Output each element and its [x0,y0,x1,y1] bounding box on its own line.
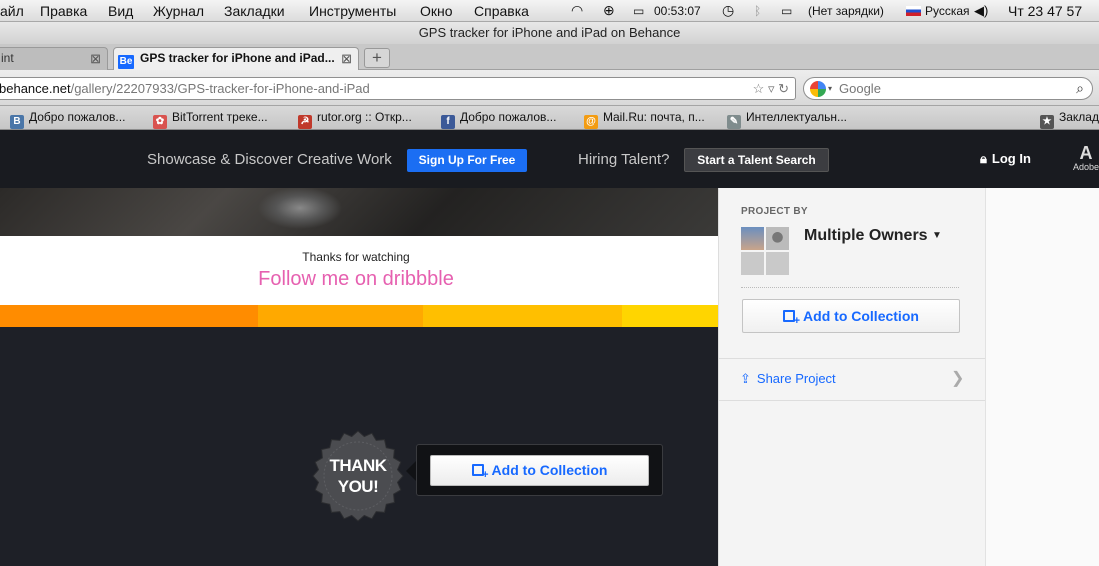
russian-flag-icon [906,6,921,16]
time-machine-icon[interactable]: ◷ [722,2,734,19]
battery-icon[interactable]: ▭ [781,4,792,18]
adobe-icon: A [1079,143,1093,163]
add-to-collection-sidebar-button[interactable]: Add to Collection [742,299,960,333]
menu-window[interactable]: Окно [420,3,453,19]
bookmark-intellectual[interactable]: ✎ Интеллектуальн... [727,110,847,129]
bookmarks-bar: В Добро пожалов... ✿ BitTorrent треке... ☭… [0,106,1099,130]
tab-behance[interactable]: Be GPS tracker for iPhone and iPad... ⊠ [113,47,359,70]
accessibility-icon[interactable]: ⊕ [603,2,615,19]
thanks-text: Thanks for watching [302,250,410,264]
mailru-icon: @ [584,115,598,129]
volume-icon[interactable]: ◀) [974,3,988,19]
bookmark-star-icon[interactable]: ☆ [753,81,765,96]
header-tagline: Showcase & Discover Creative Work [147,151,392,168]
behance-favicon-icon: Be [118,55,134,69]
stopwatch-icon[interactable]: ▭ [633,4,644,18]
divider [719,358,986,359]
tab-label: GPS tracker for iPhone and iPad... [140,51,335,65]
add-collection-icon [783,310,800,327]
project-sidebar: PROJECT BY Multiple Owners ▼ Add to Coll… [718,188,986,566]
wifi-icon[interactable]: ◠ [571,2,583,19]
close-icon[interactable]: ⊠ [341,48,352,69]
thank-you-badge: THANK YOU! [329,456,388,496]
share-project-link[interactable]: ⇪ Share Project [740,371,836,387]
tab-previous[interactable]: int ⊠ [0,47,108,70]
owner-avatar-empty [766,252,789,275]
reload-icon[interactable]: ↻ [778,81,789,96]
divider [719,400,986,401]
vk-icon: В [10,115,24,129]
bookmarks-folder-icon: ★ [1040,115,1054,129]
bookmark-mailru[interactable]: @ Mail.Ru: почта, п... [584,110,705,129]
stripe-2 [258,305,423,327]
window-title: GPS tracker for iPhone and iPad on Behan… [0,22,1099,44]
search-placeholder: Google [839,81,881,96]
input-language[interactable]: Русская [925,4,970,18]
facebook-icon: f [441,115,455,129]
bluetooth-icon[interactable]: ᛒ [754,4,761,18]
owner-avatar[interactable] [766,227,789,250]
menu-edit[interactable]: Правка [40,3,87,19]
project-end-panel: Thanks for watching Follow me on dribbbl… [0,236,718,305]
menu-help[interactable]: Справка [474,3,529,19]
stripe-3 [423,305,622,327]
caret-down-icon: ▼ [932,230,942,241]
bittorrent-icon: ✿ [153,115,167,129]
tab-label: int [1,51,14,65]
hiring-talent-link[interactable]: Hiring Talent? [578,151,669,168]
lock-icon: 🔒︎ [980,151,987,166]
owners-dropdown[interactable]: Multiple Owners ▼ [804,227,942,245]
share-icon: ⇪ [740,371,751,386]
navigation-bar: behance.net/gallery/22207933/GPS-tracker… [0,70,1099,106]
bookmark-rutor[interactable]: ☭ rutor.org :: Откр... [298,110,412,129]
url-field[interactable]: behance.net/gallery/22207933/GPS-tracker… [0,77,796,100]
menu-view[interactable]: Вид [108,3,133,19]
bookmark-facebook[interactable]: f Добро пожалов... [441,110,556,129]
elapsed-time[interactable]: 00:53:07 [654,4,701,18]
divider [741,287,959,288]
menu-history[interactable]: Журнал [153,3,204,19]
callout-arrow [406,461,416,481]
dribbble-link[interactable]: Follow me on dribbble [0,268,712,291]
pencil-icon: ✎ [727,115,741,129]
bookmark-vk[interactable]: В Добро пожалов... [10,110,125,129]
url-host: behance.net [0,81,71,96]
url-path: /gallery/22207933/GPS-tracker-for-iPhone… [70,81,370,96]
behance-header: Showcase & Discover Creative Work Sign U… [0,130,1099,188]
chevron-right-icon[interactable]: ❯ [951,368,964,388]
adobe-logo[interactable]: A Adobe [1073,144,1099,172]
log-in-link[interactable]: 🔒︎ Log In [980,151,1031,167]
menu-tools[interactable]: Инструменты [309,3,396,19]
add-to-collection-button[interactable]: Add to Collection [430,455,649,486]
add-collection-icon [471,464,489,481]
right-column [985,188,1099,566]
owner-avatar[interactable] [741,227,764,250]
search-field[interactable]: ▾ Google ⌕ [803,77,1093,100]
battery-status[interactable]: (Нет зарядки) [808,4,884,18]
history-dropdown-icon[interactable]: ▿ [768,81,775,96]
project-image [0,188,718,236]
close-icon[interactable]: ⊠ [90,48,101,69]
menu-bookmarks[interactable]: Закладки [224,3,285,19]
search-icon[interactable]: ⌕ [1076,78,1084,99]
color-stripe-bar [0,305,718,327]
new-tab-button[interactable]: + [364,48,390,68]
os-menu-bar: айл Правка Вид Журнал Закладки Инструмен… [0,0,1099,22]
search-engine-dropdown-icon[interactable]: ▾ [828,78,832,99]
tab-bar: int ⊠ Be GPS tracker for iPhone and iPad.… [0,44,1099,70]
bookmarks-menu[interactable]: ★ Заклад [1040,110,1099,129]
sign-up-button[interactable]: Sign Up For Free [407,149,527,172]
menu-file[interactable]: айл [0,3,24,19]
project-by-label: PROJECT BY [741,206,808,217]
bookmark-bittorrent[interactable]: ✿ BitTorrent треке... [153,110,268,129]
menubar-clock[interactable]: Чт 23 47 57 [1008,3,1082,19]
stripe-1 [0,305,258,327]
owner-avatar-empty [741,252,764,275]
stripe-4 [622,305,718,327]
talent-search-button[interactable]: Start a Talent Search [684,148,829,172]
rutor-icon: ☭ [298,115,312,129]
google-icon [810,81,826,97]
